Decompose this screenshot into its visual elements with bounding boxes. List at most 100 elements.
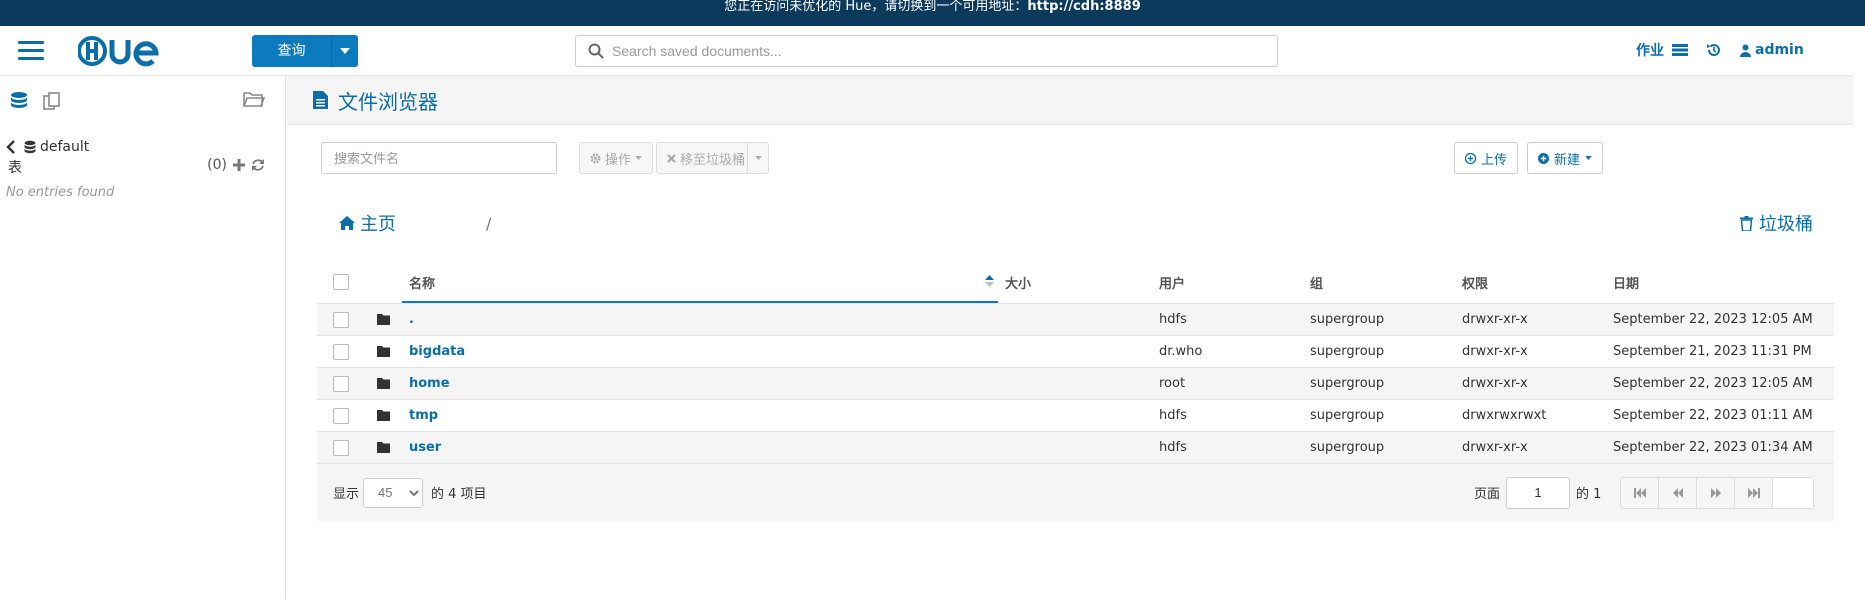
previous-page-icon[interactable] <box>1659 477 1697 508</box>
row-checkbox[interactable] <box>333 375 349 392</box>
banner-text: 您正在访问未优化的 Hue，请切换到一个可用地址： <box>724 0 1028 14</box>
top-banner: 您正在访问未优化的 Hue，请切换到一个可用地址：http://cdh:8889 <box>0 0 1865 26</box>
page-header: 文件浏览器 <box>287 76 1865 125</box>
database-selector[interactable]: default <box>0 139 285 155</box>
move-to-trash-button[interactable]: 移至垃圾桶 <box>656 142 757 174</box>
file-search-input[interactable] <box>321 142 557 174</box>
file-user: hdfs <box>1159 312 1187 327</box>
home-icon[interactable] <box>339 216 355 230</box>
file-toolbar: 操作 移至垃圾桶 上传 新建 <box>321 142 1841 174</box>
page-size-select[interactable]: 45 <box>363 477 424 508</box>
refresh-icon[interactable] <box>251 158 265 172</box>
page-label: 页面 <box>1474 487 1501 502</box>
column-header-name[interactable]: 名称 <box>409 273 435 292</box>
row-checkbox[interactable] <box>333 343 349 360</box>
tasks-icon <box>1672 44 1688 56</box>
scrollbar[interactable] <box>1853 26 1865 599</box>
row-checkbox[interactable] <box>333 311 349 328</box>
file-name[interactable]: . <box>409 312 414 327</box>
file-user: hdfs <box>1159 408 1187 423</box>
table-row[interactable]: tmp hdfs supergroup drwxrwxrwxt Septembe… <box>317 399 1834 431</box>
left-sidebar: default 表 (0) No entries found <box>0 76 286 599</box>
file-date: September 21, 2023 11:31 PM <box>1613 344 1812 359</box>
page-title: 文件浏览器 <box>338 89 438 114</box>
first-page-icon[interactable] <box>1621 477 1659 508</box>
move-to-trash-label: 移至垃圾桶 <box>680 152 746 168</box>
table-footer: 显示 45 的 4 项目 页面 的 1 <box>317 463 1834 521</box>
folder-icon <box>377 442 390 453</box>
plus-circle-icon <box>1465 152 1476 164</box>
jobs-button[interactable]: 作业 <box>1636 40 1688 60</box>
last-page-icon[interactable] <box>1735 477 1773 508</box>
hue-logo[interactable] <box>78 34 178 68</box>
row-checkbox[interactable] <box>333 439 349 456</box>
documents-icon[interactable] <box>42 91 62 111</box>
table-row[interactable]: . hdfs supergroup drwxr-xr-x September 2… <box>317 303 1834 335</box>
breadcrumb-separator[interactable]: / <box>486 214 491 233</box>
search-input[interactable] <box>612 43 1252 59</box>
file-date: September 22, 2023 12:05 AM <box>1613 312 1813 327</box>
column-header-size[interactable]: 大小 <box>1005 273 1031 292</box>
chevron-left-icon[interactable] <box>6 140 16 154</box>
table-row[interactable]: bigdata dr.who supergroup drwxr-xr-x Sep… <box>317 335 1834 367</box>
next-page-icon[interactable] <box>1697 477 1735 508</box>
select-all-checkbox[interactable] <box>333 274 349 290</box>
pagination-spacer <box>1773 477 1813 508</box>
caret-down-icon[interactable] <box>332 35 358 67</box>
breadcrumb: 主页 / <box>339 210 491 236</box>
menu-icon[interactable] <box>18 41 44 61</box>
folder-open-icon[interactable] <box>243 90 266 112</box>
file-group: supergroup <box>1310 344 1385 359</box>
close-icon <box>667 153 676 163</box>
column-header-user[interactable]: 用户 <box>1159 273 1185 292</box>
right-nav: 作业 admin <box>1636 40 1822 60</box>
sidebar-toolbar <box>0 76 285 125</box>
column-header-group[interactable]: 组 <box>1310 273 1323 292</box>
file-group: supergroup <box>1310 376 1385 391</box>
trash-link[interactable]: 垃圾桶 <box>1740 210 1813 236</box>
query-button[interactable]: 查询 <box>252 35 358 67</box>
tables-header: 表 (0) <box>0 155 285 179</box>
gear-icon <box>590 152 601 164</box>
history-icon <box>1707 44 1720 57</box>
trash-dropdown-button[interactable] <box>747 142 769 174</box>
table-row[interactable]: home root supergroup drwxr-xr-x Septembe… <box>317 367 1834 399</box>
page-total-label: 的 1 <box>1576 487 1602 502</box>
file-name[interactable]: tmp <box>409 408 438 423</box>
file-date: September 22, 2023 12:05 AM <box>1613 376 1813 391</box>
pagination-buttons <box>1620 476 1814 509</box>
actions-button[interactable]: 操作 <box>579 142 654 174</box>
page-number-input[interactable] <box>1506 476 1571 509</box>
breadcrumb-home[interactable]: 主页 <box>360 210 396 236</box>
file-user: root <box>1159 376 1186 391</box>
folder-icon <box>377 378 390 389</box>
file-group: supergroup <box>1310 312 1385 327</box>
database-icon[interactable] <box>10 91 28 111</box>
items-count-label: 的 4 项目 <box>431 487 487 502</box>
new-label: 新建 <box>1554 152 1581 168</box>
history-button[interactable] <box>1706 42 1722 58</box>
column-header-permissions[interactable]: 权限 <box>1462 273 1488 292</box>
file-name[interactable]: bigdata <box>409 344 465 359</box>
trash-label: 垃圾桶 <box>1759 214 1813 235</box>
caret-down-icon <box>1585 156 1592 160</box>
file-date: September 22, 2023 01:11 AM <box>1613 408 1813 423</box>
saved-documents-search[interactable] <box>575 35 1278 67</box>
sort-asc-icon[interactable] <box>985 275 994 291</box>
user-menu[interactable]: admin <box>1740 42 1804 58</box>
column-header-date[interactable]: 日期 <box>1613 273 1639 292</box>
file-permissions: drwxrwxrwxt <box>1462 408 1547 423</box>
tables-count: (0) <box>207 157 227 173</box>
file-user: dr.who <box>1159 344 1203 359</box>
file-name[interactable]: user <box>409 440 441 455</box>
upload-label: 上传 <box>1481 152 1508 168</box>
banner-link[interactable]: http://cdh:8889 <box>1027 0 1140 14</box>
row-checkbox[interactable] <box>333 407 349 424</box>
new-button[interactable]: 新建 <box>1527 142 1604 174</box>
file-group: supergroup <box>1310 408 1385 423</box>
plus-icon[interactable] <box>233 159 245 171</box>
upload-button[interactable]: 上传 <box>1454 142 1519 174</box>
file-name[interactable]: home <box>409 376 450 391</box>
database-name: default <box>40 139 90 155</box>
table-row[interactable]: user hdfs supergroup drwxr-xr-x Septembe… <box>317 431 1834 463</box>
